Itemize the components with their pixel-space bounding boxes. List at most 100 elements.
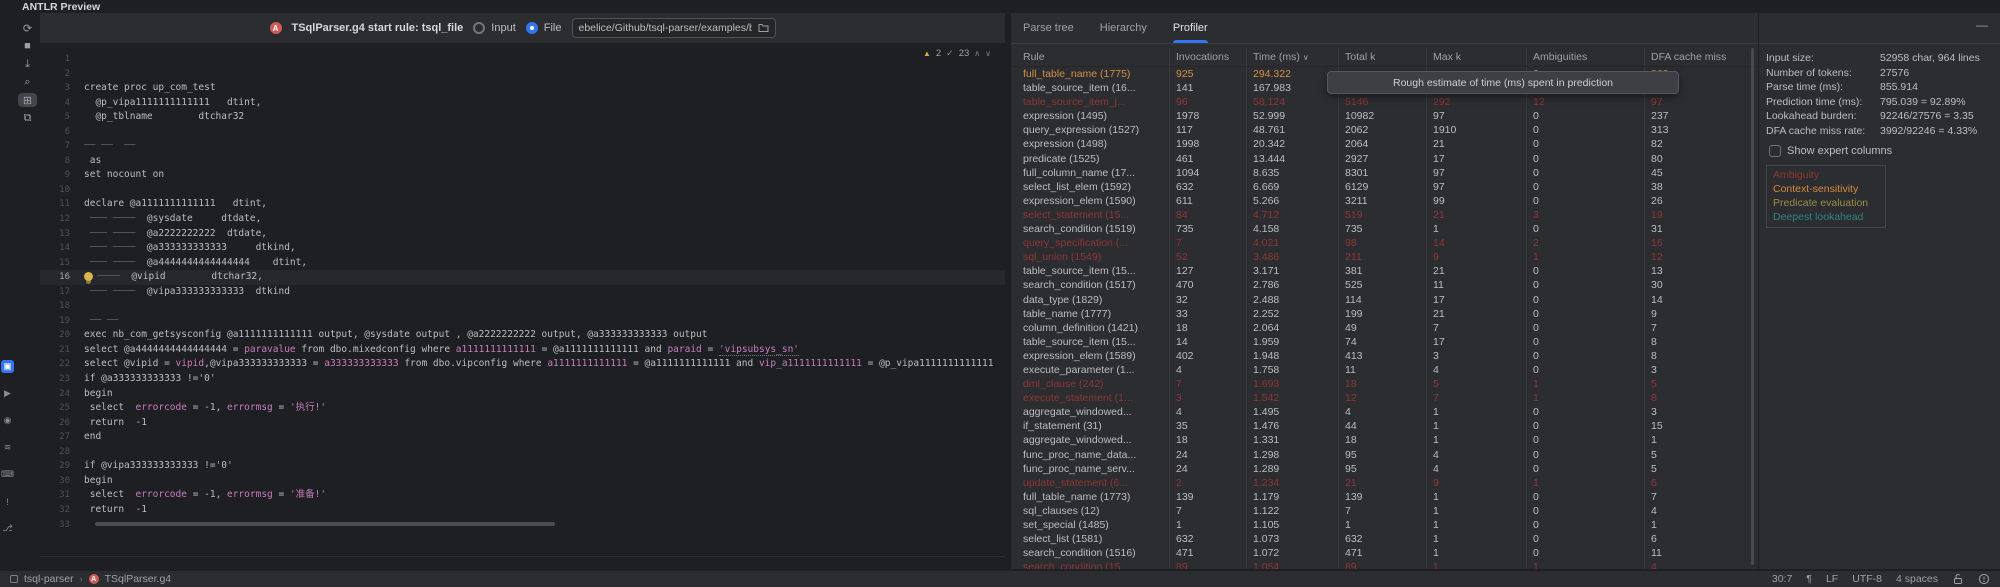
code-line[interactable]: 20exec nb_com_getsysconfig @a11111111111… bbox=[40, 328, 1005, 343]
code-line[interactable]: 7── ── ── bbox=[40, 139, 1005, 154]
profiler-row[interactable]: dml_clause (242)71.69318515 bbox=[1011, 377, 1758, 391]
code-line[interactable]: 24begin bbox=[40, 387, 1005, 402]
profiler-row[interactable]: expression (1498)199820.342206421082 bbox=[1011, 137, 1758, 151]
column-header[interactable]: Rule bbox=[1011, 48, 1169, 66]
stop-icon[interactable]: ■ bbox=[18, 39, 37, 53]
unlock-icon[interactable] bbox=[1952, 573, 1964, 585]
profiler-row[interactable]: execute_statement (1...31.54212718 bbox=[1011, 391, 1758, 405]
profiler-row[interactable]: update_statement (6...21.23421916 bbox=[1011, 476, 1758, 490]
version-control-icon[interactable]: ⎇ bbox=[1, 522, 14, 535]
profiler-row[interactable]: func_proc_name_data...241.29895405 bbox=[1011, 448, 1758, 462]
code-line[interactable]: 22select @vipid = vipid,@vipa33333333333… bbox=[40, 357, 1005, 372]
profiler-row[interactable]: predicate (1525)46113.444292717080 bbox=[1011, 152, 1758, 166]
profiler-row[interactable]: full_column_name (17...10948.63583019704… bbox=[1011, 166, 1758, 180]
code-line[interactable]: 27end bbox=[40, 430, 1005, 445]
terminal-icon[interactable]: ⌨ bbox=[1, 468, 14, 481]
breadcrumb-file[interactable]: TSqlParser.g4 bbox=[105, 573, 172, 585]
profiler-row[interactable]: query_specification (...74.0219814216 bbox=[1011, 236, 1758, 250]
profiler-row[interactable]: search_condition (1519)7354.1587351031 bbox=[1011, 222, 1758, 236]
profiler-row[interactable]: expression (1495)197852.99910982970237 bbox=[1011, 109, 1758, 123]
code-line[interactable]: 14 ─── ──── @a333333333333 dtkind, bbox=[40, 241, 1005, 256]
encoding-indicator[interactable]: UTF-8 bbox=[1852, 573, 1882, 585]
profiler-vertical-scrollbar[interactable] bbox=[1751, 48, 1754, 565]
breadcrumb-project[interactable]: tsql-parser bbox=[24, 573, 74, 585]
indent-indicator[interactable]: 4 spaces bbox=[1896, 573, 1938, 585]
browse-folder-icon[interactable] bbox=[758, 23, 769, 33]
profiler-row[interactable]: data_type (1829)322.48811417014 bbox=[1011, 293, 1758, 307]
pilcrow-icon[interactable]: ¶ bbox=[1806, 573, 1812, 585]
tab-parse-tree[interactable]: Parse tree bbox=[1023, 13, 1074, 43]
profiler-table-header[interactable]: RuleInvocationsTime (ms)∨Total kMax kAmb… bbox=[1011, 48, 1758, 67]
code-line[interactable]: 2 bbox=[40, 67, 1005, 82]
code-line[interactable]: 8 as bbox=[40, 154, 1005, 169]
intention-bulb-icon[interactable] bbox=[84, 272, 93, 281]
profiler-row[interactable]: expression_elem (1590)6115.266321199026 bbox=[1011, 194, 1758, 208]
column-header[interactable]: Invocations bbox=[1169, 48, 1246, 66]
code-line[interactable]: 6 bbox=[40, 125, 1005, 140]
warning-count[interactable]: 2 bbox=[936, 48, 941, 59]
line-ending-indicator[interactable]: LF bbox=[1826, 573, 1838, 585]
file-path-field[interactable]: ebelice/Github/tsql-parser/examples/big.… bbox=[572, 18, 776, 38]
profiler-row[interactable]: sql_union (1549)523.4862119112 bbox=[1011, 250, 1758, 264]
column-header[interactable]: Max k bbox=[1426, 48, 1526, 66]
typo-count[interactable]: 23 bbox=[959, 48, 970, 59]
code-line[interactable]: 25 select errorcode = -1, errormsg = '执行… bbox=[40, 401, 1005, 416]
prev-issue-chevron-icon[interactable]: ∧ bbox=[974, 49, 980, 58]
profiler-row[interactable]: sql_clauses (12)71.1227104 bbox=[1011, 504, 1758, 518]
column-header[interactable]: Ambiguities bbox=[1526, 48, 1644, 66]
file-radio[interactable] bbox=[526, 22, 538, 34]
layers-icon[interactable]: ≋ bbox=[1, 441, 14, 454]
code-line[interactable]: 3create proc up_com_test bbox=[40, 81, 1005, 96]
code-line[interactable]: 28 bbox=[40, 445, 1005, 460]
profiler-row[interactable]: full_table_name (1773)1391.179139107 bbox=[1011, 490, 1758, 504]
code-line[interactable]: 31 select errorcode = -1, errormsg = '准备… bbox=[40, 488, 1005, 503]
code-line[interactable]: 5 @p_tblname dtchar32 bbox=[40, 110, 1005, 125]
code-line[interactable]: 4 @p_vipa1111111111111 dtint, bbox=[40, 96, 1005, 111]
profiler-row[interactable]: select_list (1581)6321.073632106 bbox=[1011, 532, 1758, 546]
column-header[interactable]: DFA cache miss bbox=[1644, 48, 1738, 66]
run-icon[interactable]: ▶ bbox=[1, 387, 14, 400]
code-line[interactable]: 21select @a4444444444444444 = paravalue … bbox=[40, 343, 1005, 358]
profiler-row[interactable]: select_statement (15...844.71251921319 bbox=[1011, 208, 1758, 222]
profiler-row[interactable]: aggregate_windowed...41.4954103 bbox=[1011, 405, 1758, 419]
profiler-row[interactable]: column_definition (1421)182.06449707 bbox=[1011, 321, 1758, 335]
project-icon[interactable]: ▣ bbox=[1, 360, 14, 373]
file-radio-label[interactable]: File bbox=[544, 22, 562, 34]
profiler-row[interactable]: table_source_item (15...1273.17138121013 bbox=[1011, 264, 1758, 278]
associations-icon[interactable]: ⊞ bbox=[18, 93, 37, 107]
editor-horizontal-scrollbar[interactable] bbox=[95, 522, 555, 526]
code-line[interactable]: 19 ── ── bbox=[40, 314, 1005, 329]
warning-circle-icon[interactable] bbox=[1978, 573, 1990, 585]
code-line[interactable]: 30begin bbox=[40, 474, 1005, 489]
refresh-icon[interactable]: ⟳ bbox=[18, 21, 37, 35]
code-editor[interactable]: 123create proc up_com_test4 @p_vipa11111… bbox=[40, 44, 1005, 557]
problems-icon[interactable]: ! bbox=[1, 495, 14, 508]
code-line[interactable]: 18 bbox=[40, 299, 1005, 314]
code-line[interactable]: 17 ─── ──── @vipa333333333333 dtkind bbox=[40, 285, 1005, 300]
caret-position[interactable]: 30:7 bbox=[1772, 573, 1792, 585]
profiler-row[interactable]: execute_parameter (1...41.75811403 bbox=[1011, 363, 1758, 377]
services-icon[interactable]: ◉ bbox=[1, 414, 14, 427]
input-radio[interactable] bbox=[473, 22, 485, 34]
inspections-widget[interactable]: ▲ 2 ✓ 23 ∧ ∨ bbox=[923, 48, 991, 59]
code-line[interactable]: 11declare @a1111111111111 dtint, bbox=[40, 197, 1005, 212]
profiler-row[interactable]: aggregate_windowed...181.33118101 bbox=[1011, 433, 1758, 447]
expert-columns-label[interactable]: Show expert columns bbox=[1787, 145, 1892, 157]
find-icon[interactable]: ⌕ bbox=[18, 75, 37, 89]
profiler-row[interactable]: func_proc_name_serv...241.28995405 bbox=[1011, 462, 1758, 476]
profiler-row[interactable]: select_list_elem (1592)6326.669612997038 bbox=[1011, 180, 1758, 194]
code-line[interactable]: 1 bbox=[40, 52, 1005, 67]
code-line[interactable]: 29if @vipa333333333333 !='0' bbox=[40, 459, 1005, 474]
export-icon[interactable]: ⤓ bbox=[18, 57, 37, 71]
code-line[interactable]: 12 ─── ──── @sysdate dtdate, bbox=[40, 212, 1005, 227]
next-issue-chevron-icon[interactable]: ∨ bbox=[985, 49, 991, 58]
profiler-row[interactable]: query_expression (1527)11748.76120621910… bbox=[1011, 123, 1758, 137]
code-line[interactable]: 15 ─── ──── @a4444444444444444 dtint, bbox=[40, 256, 1005, 271]
code-line[interactable]: 23if @a333333333333 !='0' bbox=[40, 372, 1005, 387]
code-line[interactable]: 10 bbox=[40, 183, 1005, 198]
profiler-row[interactable]: search_condition (15...891.05489114 bbox=[1011, 560, 1758, 569]
profiler-row[interactable]: table_source_item_j...9658.1245146292129… bbox=[1011, 95, 1758, 109]
column-header[interactable]: Total k bbox=[1338, 48, 1426, 66]
tab-profiler[interactable]: Profiler bbox=[1173, 13, 1208, 43]
tab-hierarchy[interactable]: Hierarchy bbox=[1100, 13, 1147, 43]
